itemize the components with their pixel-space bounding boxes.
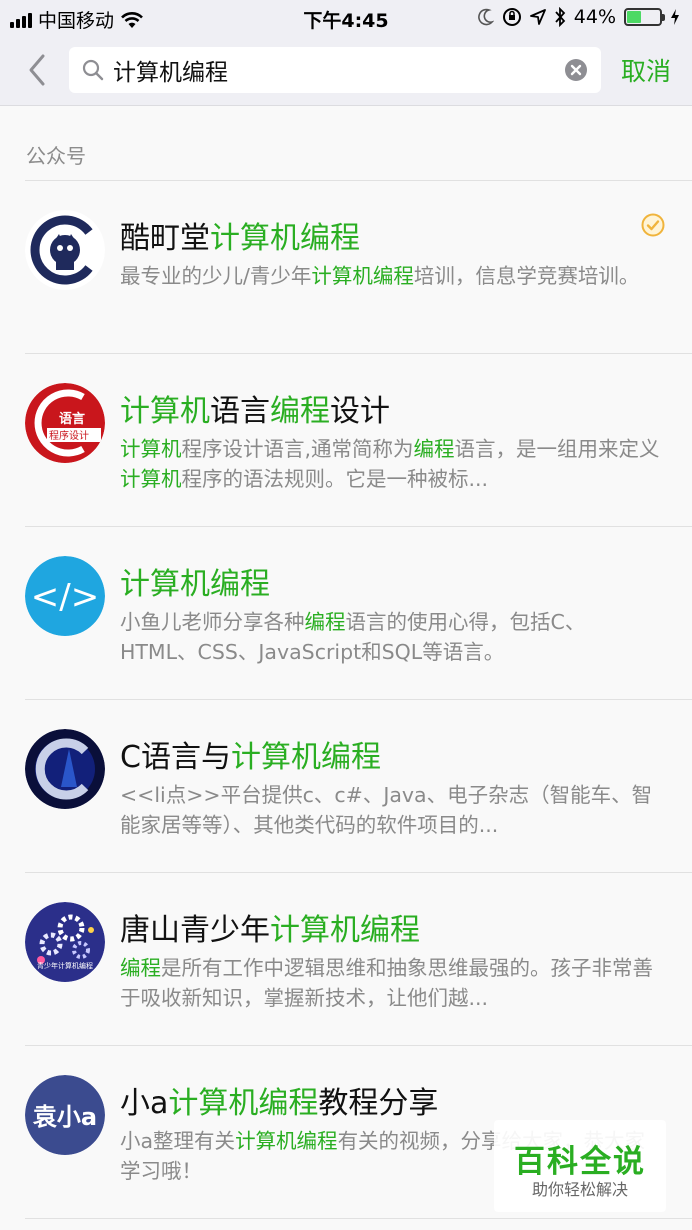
- highlight-text: 计算机编程: [168, 1086, 319, 1121]
- text-segment: 语言: [210, 394, 270, 429]
- account-description: 最专业的少儿/青少年计算机编程培训，信息学竞赛培训。: [120, 261, 660, 291]
- text-segment: 程序的语法规则。它是一种被标...: [181, 467, 489, 491]
- result-item[interactable]: C语言与计算机编程 <<li点>>平台提供c、c#、Java、电子杂志（智能车、智…: [0, 700, 692, 872]
- location-icon: [529, 9, 546, 25]
- status-bar: 中国移动 下午4:45 44%: [0, 0, 692, 36]
- account-avatar: 青少年计算机编程: [25, 902, 105, 982]
- text-segment: 教程分享: [318, 1086, 439, 1121]
- svg-text:袁小a: 袁小a: [32, 1103, 97, 1131]
- cancel-button[interactable]: 取消: [621, 52, 671, 88]
- svg-text:</>: </>: [31, 577, 99, 617]
- account-avatar: 袁小a: [25, 1075, 105, 1155]
- section-label: 公众号: [26, 144, 86, 168]
- highlight-text: 编程: [304, 610, 346, 634]
- watermark-title: 百科全说: [514, 1144, 646, 1180]
- account-avatar: [25, 729, 105, 809]
- result-item[interactable]: 语言 程序设计 计算机语言编程设计 计算机程序设计语言,通常简称为编程语言，是一组…: [0, 354, 692, 526]
- back-button[interactable]: [22, 50, 52, 90]
- battery-level: [627, 11, 642, 23]
- account-name: 小a计算机编程教程分享: [120, 1078, 438, 1122]
- text-segment: 语言，是一组用来定义: [454, 437, 660, 461]
- account-name: 酷町堂计算机编程: [120, 213, 360, 257]
- account-description: 小鱼儿老师分享各种编程语言的使用心得，包括C、HTML、CSS、JavaScri…: [120, 607, 660, 667]
- divider: [25, 1218, 692, 1219]
- result-item[interactable]: 青少年计算机编程 唐山青少年计算机编程 编程是所有工作中逻辑思维和抽象思维最强的。…: [0, 873, 692, 1045]
- watermark-subtitle: 助你轻松解决: [531, 1180, 628, 1199]
- search-input[interactable]: [113, 47, 553, 93]
- highlight-text: 计算机编程: [230, 740, 381, 775]
- highlight-text: 计算机编程: [311, 264, 414, 288]
- text-segment: 小a: [120, 1086, 169, 1121]
- verified-badge-icon: [641, 213, 665, 237]
- battery-percent: 44%: [573, 6, 616, 28]
- account-avatar: 语言 程序设计: [25, 383, 105, 463]
- highlight-text: 计算机编程: [270, 913, 420, 948]
- account-avatar: [25, 210, 105, 290]
- highlight-text: 编程: [413, 437, 455, 461]
- highlight-text: 计算机编程: [235, 1129, 338, 1153]
- search-icon: [82, 59, 104, 81]
- battery-icon: [624, 8, 665, 26]
- text-segment: <<li点>>平台提供c、c#、Java、电子杂志（智能车、智能家居等等）、其他…: [120, 783, 653, 837]
- result-item[interactable]: </> 计算机编程小鱼儿老师分享各种编程语言的使用心得，包括C、HTML、CSS…: [0, 527, 692, 699]
- rotation-lock-icon: [502, 8, 521, 26]
- highlight-text: 计算机: [120, 394, 210, 429]
- clear-search-button[interactable]: [564, 58, 588, 82]
- svg-text:语言: 语言: [59, 411, 85, 427]
- result-item[interactable]: 酷町堂计算机编程 最专业的少儿/青少年计算机编程培训，信息学竞赛培训。: [0, 181, 692, 353]
- text-segment: 最专业的少儿/青少年: [120, 264, 312, 288]
- text-segment: 培训，信息学竞赛培训。: [413, 264, 640, 288]
- highlight-text: 编程: [270, 394, 330, 429]
- text-segment: 设计: [330, 394, 390, 429]
- search-box[interactable]: [69, 47, 601, 93]
- account-name: 计算机编程: [120, 559, 270, 603]
- text-segment: 小鱼儿老师分享各种: [120, 610, 305, 634]
- highlight-text: 计算机编程: [210, 221, 360, 256]
- account-avatar: </>: [25, 556, 105, 636]
- status-right: 44%: [477, 6, 680, 28]
- watermark-logo: 百科全说 助你轻松解决: [494, 1120, 666, 1212]
- highlight-text: 计算机: [120, 467, 182, 491]
- svg-text:青少年计算机编程: 青少年计算机编程: [37, 961, 93, 970]
- account-description: <<li点>>平台提供c、c#、Java、电子杂志（智能车、智能家居等等）、其他…: [120, 780, 660, 840]
- search-header: 取消: [0, 36, 692, 106]
- text-segment: 程序设计语言,通常简称为: [181, 437, 414, 461]
- charging-icon: [671, 9, 679, 25]
- text-segment: 小a整理有关: [120, 1129, 236, 1153]
- moon-icon: [477, 8, 494, 26]
- account-name: 计算机语言编程设计: [120, 386, 390, 430]
- highlight-text: 编程: [120, 956, 161, 980]
- account-description: 编程是所有工作中逻辑思维和抽象思维最强的。孩子非常善于吸收新知识，掌握新技术，让…: [120, 953, 660, 1013]
- results-list: 酷町堂计算机编程 最专业的少儿/青少年计算机编程培训，信息学竞赛培训。 语言 程序…: [0, 180, 692, 1219]
- text-segment: C语言与: [120, 740, 231, 775]
- account-description: 计算机程序设计语言,通常简称为编程语言，是一组用来定义计算机程序的语法规则。它是…: [120, 434, 660, 494]
- account-name: 唐山青少年计算机编程: [120, 905, 420, 949]
- account-name: C语言与计算机编程: [120, 732, 381, 776]
- svg-text:程序设计: 程序设计: [49, 429, 89, 442]
- highlight-text: 计算机: [120, 437, 182, 461]
- text-segment: 酷町堂: [120, 221, 210, 256]
- text-segment: 是所有工作中逻辑思维和抽象思维最强的。孩子非常善于吸收新知识，掌握新技术，让他们…: [120, 956, 653, 1010]
- highlight-text: 计算机编程: [120, 567, 270, 602]
- bluetooth-icon: [555, 7, 566, 27]
- text-segment: 唐山青少年: [120, 913, 270, 948]
